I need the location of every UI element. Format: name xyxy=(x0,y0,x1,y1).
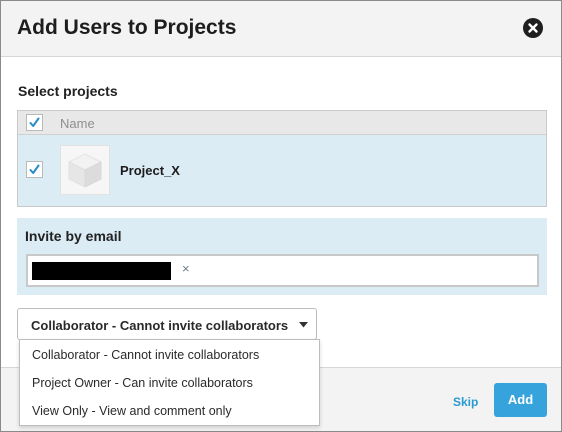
add-button[interactable]: Add xyxy=(494,383,547,417)
dialog-title: Add Users to Projects xyxy=(17,16,237,39)
select-projects-label: Select projects xyxy=(18,83,118,99)
add-users-dialog: Add Users to Projects Select projects Na… xyxy=(0,0,562,432)
project-name: Project_X xyxy=(120,163,180,178)
role-option-project-owner[interactable]: Project Owner - Can invite collaborators xyxy=(32,376,253,390)
project-row[interactable]: Project_X xyxy=(18,135,546,206)
close-icon xyxy=(528,23,538,33)
project-checkbox[interactable] xyxy=(26,161,43,178)
projects-table: Name Project_X xyxy=(17,110,547,207)
skip-link[interactable]: Skip xyxy=(453,395,478,409)
name-column-header: Name xyxy=(60,116,95,131)
checkmark-icon xyxy=(29,164,40,174)
role-dropdown[interactable]: Collaborator - Cannot invite collaborato… xyxy=(17,308,317,340)
cube-icon xyxy=(67,153,103,188)
close-button[interactable] xyxy=(523,18,543,38)
role-dropdown-value: Collaborator - Cannot invite collaborato… xyxy=(31,318,289,333)
caret-down-icon xyxy=(299,322,308,328)
email-input[interactable]: × xyxy=(26,254,539,287)
project-thumbnail xyxy=(60,145,110,195)
checkmark-icon xyxy=(29,117,40,127)
redacted-email-chip xyxy=(32,262,171,280)
projects-table-header: Name xyxy=(18,111,546,135)
select-all-checkbox[interactable] xyxy=(26,114,43,131)
invite-section: Invite by email × xyxy=(17,218,547,295)
dialog-header: Add Users to Projects xyxy=(1,1,561,57)
invite-by-email-label: Invite by email xyxy=(25,228,122,244)
role-option-view-only[interactable]: View Only - View and comment only xyxy=(32,404,232,418)
remove-email-icon[interactable]: × xyxy=(182,261,190,276)
role-dropdown-menu: Collaborator - Cannot invite collaborato… xyxy=(19,339,320,426)
role-option-collaborator[interactable]: Collaborator - Cannot invite collaborato… xyxy=(32,348,259,362)
